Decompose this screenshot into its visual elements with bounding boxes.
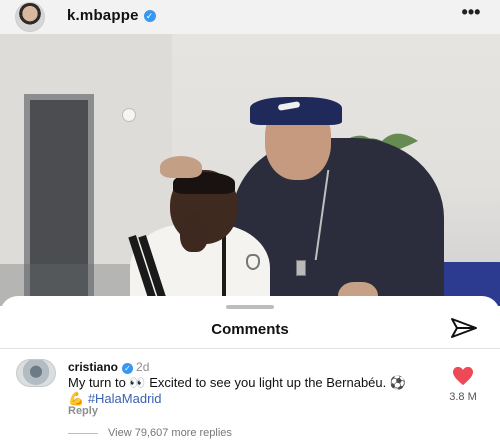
post-photo[interactable] [0, 34, 500, 306]
post-header: k.mbappe ✓ ••• [0, 0, 500, 34]
club-crest [246, 254, 260, 270]
hashtag-link[interactable]: #HalaMadrid [88, 391, 162, 406]
send-icon[interactable] [449, 317, 479, 339]
comments-title: Comments [211, 321, 289, 338]
post-username-label: k.mbappe [67, 7, 139, 24]
drag-handle[interactable] [226, 305, 274, 309]
comment-text: My turn to 👀 Excited to see you light up… [68, 375, 418, 407]
heart-icon[interactable] [452, 366, 474, 386]
comment-timestamp: 2d [136, 360, 150, 374]
reply-button[interactable]: Reply [68, 405, 98, 417]
like-count: 3.8 M [449, 391, 477, 403]
profile-avatar[interactable] [15, 2, 45, 32]
bunny-ears-hand [160, 156, 202, 178]
verified-check-icon: ✓ [143, 10, 156, 22]
divider [0, 348, 500, 349]
commenter-avatar[interactable] [16, 359, 56, 387]
comment-username[interactable]: cristiano [68, 360, 118, 374]
view-replies-button[interactable]: View 79,607 more replies [108, 427, 232, 439]
comment-header: cristiano ✓ 2d [68, 360, 149, 374]
verified-check-icon: ✓ [122, 363, 134, 374]
replies-divider-line [68, 433, 98, 434]
peace-sign-hand [180, 214, 208, 252]
more-options-button[interactable]: ••• [458, 2, 484, 22]
necklace-pendant [296, 260, 306, 276]
comments-sheet: Comments cristiano ✓ 2d My turn to 👀 Excit… [0, 296, 500, 440]
wall-light [122, 108, 136, 122]
post-username[interactable]: k.mbappe ✓ [67, 7, 156, 24]
